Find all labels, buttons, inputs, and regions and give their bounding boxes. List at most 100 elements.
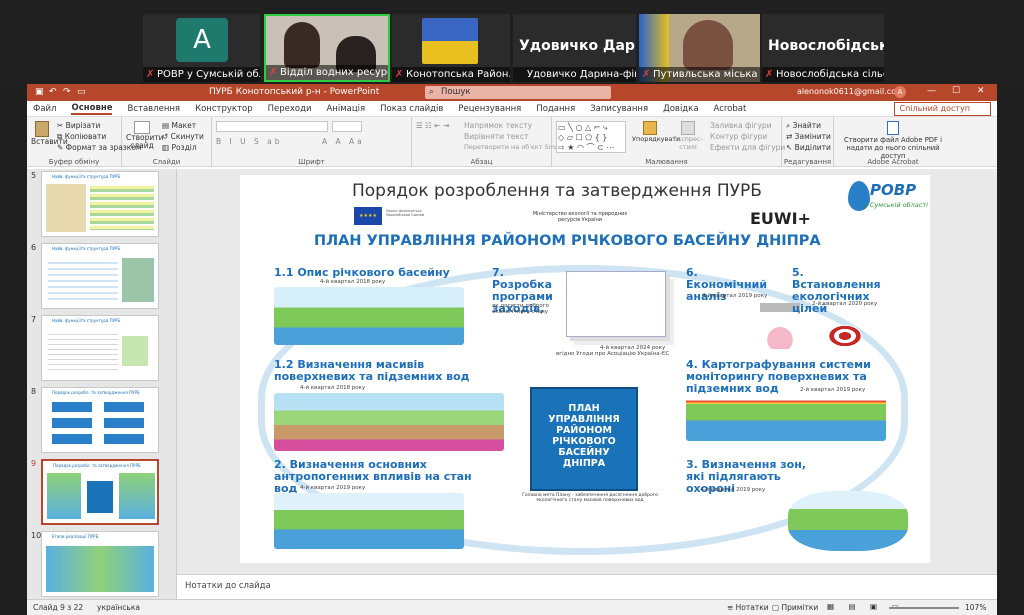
ribbon: Вставити ✂ Вирізати ⧉ Копіювати ✎ Формат… [27, 117, 997, 167]
step-4-date: 2-й квартал 2019 року [800, 387, 866, 393]
zoom-slider[interactable] [889, 607, 959, 609]
notes-pane[interactable]: Нотатки до слайда [177, 574, 997, 599]
tab-record[interactable]: Записування [590, 104, 648, 114]
align-text-button[interactable]: Вирівняти текст [464, 132, 528, 141]
cut-button[interactable]: ✂ Вирізати [57, 121, 100, 130]
participant-tile[interactable]: A ✗РОВР у Сумській обла... [143, 14, 260, 82]
river-basin-illustration [274, 287, 464, 345]
redo-icon[interactable]: ↷ [63, 87, 71, 97]
step-6-date: 4-й квартал 2019 року [702, 293, 768, 299]
participant-name: Удовичко Дарина-фінанс... [527, 69, 636, 80]
powerpoint-window: ▣ ↶ ↷ ▭ ПУРБ Конотопський р-н - PowerPoi… [27, 84, 997, 615]
quick-styles-button[interactable]: Експрес-стилі [670, 121, 706, 151]
adobe-group: Створити файл Adobe PDF і надати до ньог… [834, 117, 952, 167]
tab-review[interactable]: Рецензування [458, 104, 521, 114]
slide-thumbnail-selected[interactable]: Порядок розробл. та затвердження ПУРБ [41, 459, 159, 525]
slide-title: Порядок розроблення та затвердження ПУРБ [352, 181, 762, 201]
adobe-create-pdf-button[interactable]: Створити файл Adobe PDF і надати до ньог… [838, 121, 948, 160]
notes-button[interactable]: ≡ Нотатки [727, 603, 769, 612]
shape-outline-button[interactable]: Контур фігури [710, 132, 767, 141]
tab-design[interactable]: Конструктор [195, 104, 253, 114]
font-color-buttons[interactable]: A A Aa [322, 137, 365, 146]
font-size-select[interactable] [332, 121, 362, 132]
participant-video [284, 22, 320, 68]
tab-insert[interactable]: Вставлення [127, 104, 180, 114]
select-button[interactable]: ↖ Виділити [786, 143, 831, 152]
shape-fill-button[interactable]: Заливка фігури [710, 121, 772, 130]
slide-thumbnail[interactable]: Порядок розробл. та затвердження ПУРБ [41, 387, 159, 453]
paste-button[interactable]: Вставити [31, 121, 68, 146]
thumbnail-title: Найв. функціїта структура ПУРБ [52, 174, 121, 179]
paragraph-group: ☰ ☷ ⇤ ⇥ Напрямок тексту Вирівняти текст … [412, 117, 574, 167]
layout-button[interactable]: ▤ Макет [162, 121, 196, 130]
step-7-footer: вгідно Угоди про Асоціацію Україна-ЄС [556, 351, 670, 357]
participant-video [683, 20, 733, 70]
thumbnail-number: 10 [31, 531, 42, 540]
arrange-icon [643, 121, 657, 135]
close-icon[interactable]: ✕ [977, 86, 985, 96]
shape-effects-button[interactable]: Ефекти для фігури [710, 143, 785, 152]
participant-tile[interactable]: ✗Путивльська міська р... [639, 14, 760, 82]
shapes-gallery[interactable]: ▭ ╲ ○ △ ⌐ ⤷ ◇ ▱ ☐ ⬠ { } ⇨ ★ ◠ ⌒ ⊂ ⋯ [556, 121, 626, 153]
new-slide-button[interactable]: Створити слайд [126, 121, 164, 150]
tab-help[interactable]: Довідка [663, 104, 698, 114]
participant-name: Новослобідська сільс... [776, 69, 884, 80]
text-direction-button[interactable]: Напрямок тексту [464, 121, 532, 130]
tab-home[interactable]: Основне [71, 103, 113, 115]
replace-icon: ⇄ [786, 132, 795, 141]
tab-acrobat[interactable]: Acrobat [714, 104, 747, 114]
drawing-group: ▭ ╲ ○ △ ⌐ ⤷ ◇ ▱ ☐ ⬠ { } ⇨ ★ ◠ ⌒ ⊂ ⋯ Упоряд… [552, 117, 785, 167]
current-slide[interactable]: Порядок розроблення та затвердження ПУРБ… [240, 175, 930, 563]
present-icon[interactable]: ▭ [77, 87, 86, 97]
slide-thumbnail[interactable]: Найв. функціїта структура ПУРБ [41, 171, 159, 237]
search-icon: ⌕ [786, 121, 793, 130]
account-email[interactable]: alenonok0611@gmail.com [797, 87, 904, 96]
thumbnail-title: Найв. функціїта структура ПУРБ [52, 318, 121, 323]
tab-view[interactable]: Подання [536, 104, 575, 114]
slide-thumbnails-pane[interactable]: 5 Найв. функціїта структура ПУРБ 6 Найв.… [27, 169, 177, 599]
font-family-select[interactable] [216, 121, 328, 132]
font-format-buttons[interactable]: B I U S ab [216, 137, 283, 146]
thumbnail-title: Порядок розробл. та затвердження ПУРБ [52, 390, 140, 395]
avatar: A [176, 18, 228, 62]
list-buttons[interactable]: ☰ ☷ ⇤ ⇥ [416, 121, 449, 130]
maximize-icon[interactable]: ☐ [952, 86, 960, 96]
slide-thumbnail[interactable]: Найв. функціїта структура ПУРБ [41, 315, 159, 381]
participant-tile[interactable]: Новослобідськ... ✗Новослобідська сільс..… [762, 14, 884, 82]
save-icon[interactable]: ▣ [35, 87, 44, 97]
find-button[interactable]: ⌕ Знайти [786, 121, 821, 131]
mic-muted-icon: ✗ [395, 69, 404, 80]
reset-icon: ↺ [162, 132, 171, 141]
participant-tile[interactable]: Удовичко Дари... Удовичко Дарина-фінанс.… [513, 14, 636, 82]
mic-muted-icon: ✗ [269, 67, 278, 78]
account-avatar[interactable]: A [894, 86, 906, 98]
tab-slideshow[interactable]: Показ слайдів [380, 104, 443, 114]
participant-tile[interactable]: ✗ Конотопська Район... [392, 14, 510, 82]
thumbnail-number: 7 [31, 315, 37, 324]
section-button[interactable]: ▥ Розділ [162, 143, 197, 152]
step-5-title: 5. Встановлення екологічних цілей [792, 266, 881, 315]
slide-thumbnail[interactable]: Етапи реалізації ПУРБ [41, 531, 159, 597]
language-indicator[interactable]: українська [97, 603, 140, 612]
notes-placeholder: Нотатки до слайда [185, 581, 271, 591]
replace-button[interactable]: ⇄ Замінити [786, 132, 831, 141]
minimize-icon[interactable]: — [927, 86, 936, 96]
water-bodies-illustration [274, 393, 504, 451]
center-caption: Головна мета Плану - забезпечення досягн… [522, 493, 658, 503]
participant-tile[interactable]: ✗Відділ водних ресурсів Р... [264, 14, 390, 82]
arrange-button[interactable]: Упорядкувати [632, 121, 680, 143]
slide-canvas[interactable]: Порядок розроблення та затвердження ПУРБ… [177, 169, 997, 574]
reset-button[interactable]: ↺ Скинути [162, 132, 204, 141]
tab-file[interactable]: Файл [33, 104, 56, 114]
zoom-level[interactable]: 107% [965, 603, 986, 612]
copy-button[interactable]: ⧉ Копіювати [57, 132, 106, 142]
tab-animation[interactable]: Анімація [326, 104, 365, 114]
tab-transitions[interactable]: Переходи [268, 104, 312, 114]
undo-icon[interactable]: ↶ [49, 87, 57, 97]
share-button[interactable]: Спільний доступ [893, 102, 991, 116]
font-group: B I U S ab A A Aa Шрифт [212, 117, 412, 167]
step-1-1-title: 1.1 Опис річкового басейну [274, 266, 450, 279]
comments-button[interactable]: ▢ Примітки [772, 603, 818, 612]
slide-thumbnail[interactable]: Найв. функціїта структура ПУРБ [41, 243, 159, 309]
search-input[interactable]: ⌕ Пошук [425, 86, 611, 99]
